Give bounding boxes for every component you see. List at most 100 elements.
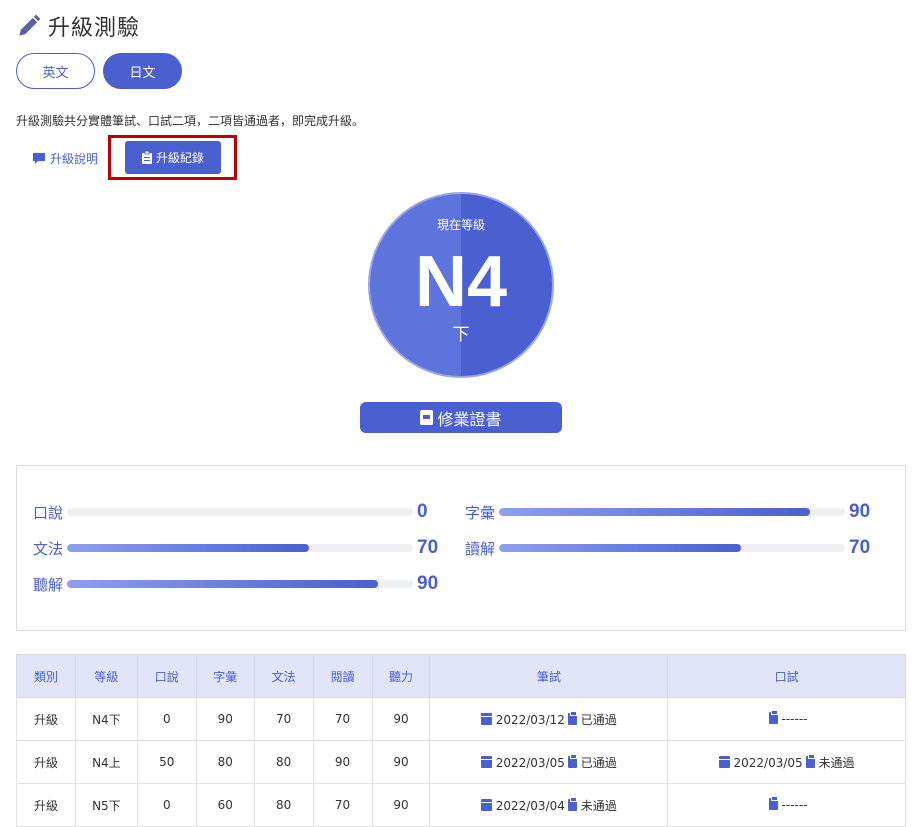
upgrade-records-table: 類別 等級 口說 字彙 文法 閱讀 聽力 筆試 口試 升級 N4下 0 90 7… [16, 654, 906, 827]
score-value: 0 [417, 501, 428, 522]
current-level-badge: 現在等級 N4 下 [368, 192, 554, 378]
score-value: 90 [849, 501, 871, 522]
score-bar-fill [499, 544, 742, 552]
calendar-icon [480, 712, 492, 725]
written-status: 已通過 [580, 712, 617, 727]
cell-vocabulary: 90 [195, 697, 255, 741]
cell-oral: ------ [667, 783, 906, 827]
calendar-icon [480, 798, 492, 811]
col-header: 口試 [667, 654, 906, 698]
table-row: 升級 N4上 50 80 80 90 90 2022/03/05 已通過 202… [16, 740, 906, 784]
written-date: 2022/03/04 [495, 798, 565, 813]
clipboard-icon [805, 753, 815, 768]
col-header: 聽力 [371, 654, 431, 698]
language-tabs: 英文 日文 [16, 53, 182, 89]
col-header: 字彙 [195, 654, 255, 698]
cell-level: N4上 [74, 740, 138, 784]
score-bar [499, 544, 845, 552]
exam-description: 升級測驗共分實體筆試、口試二項，二項皆通過者，即完成升級。 [16, 114, 365, 128]
cell-listening: 90 [371, 697, 431, 741]
cell-speaking: 0 [136, 697, 197, 741]
score-value: 90 [417, 573, 439, 594]
highlight-frame: 升級紀錄 [108, 135, 237, 180]
cell-vocabulary: 60 [195, 783, 255, 827]
clipboard-icon [141, 151, 152, 164]
score-label: 口說 [33, 503, 64, 522]
tab-japanese[interactable]: 日文 [103, 53, 182, 89]
score-row-reading: 讀解 70 [465, 536, 879, 560]
tab-upgrade-record[interactable]: 升級紀錄 [125, 141, 221, 174]
cell-reading: 70 [312, 697, 373, 741]
subtabs: 升級說明 升級紀錄 [32, 135, 237, 180]
cell-reading: 70 [312, 783, 373, 827]
cell-speaking: 50 [136, 740, 197, 784]
cell-listening: 90 [371, 783, 431, 827]
score-value: 70 [849, 537, 871, 558]
page-header: 升級測驗 [16, 10, 140, 42]
table-row: 升級 N4下 0 90 70 70 90 2022/03/12 已通過 ----… [16, 697, 906, 741]
col-header: 閱讀 [312, 654, 373, 698]
cell-type: 升級 [16, 740, 76, 784]
pencil-icon [19, 14, 41, 36]
current-level-label: 現在等級 [436, 218, 485, 232]
certificate-button-label: 修業證書 [437, 409, 502, 429]
clipboard-icon [567, 710, 577, 725]
table-header-row: 類別 等級 口說 字彙 文法 閱讀 聽力 筆試 口試 [16, 654, 906, 698]
score-label: 讀解 [465, 539, 496, 558]
score-row-grammar: 文法 70 [33, 536, 447, 560]
written-status: 未通過 [580, 798, 617, 813]
oral-status: 未通過 [818, 755, 855, 770]
col-header: 口說 [136, 654, 197, 698]
score-bar-fill [499, 508, 811, 516]
score-bar [67, 508, 413, 516]
tab-upgrade-info[interactable]: 升級說明 [32, 141, 120, 175]
oral-status: ------ [781, 798, 808, 812]
col-header: 等級 [74, 654, 138, 698]
col-header: 筆試 [429, 654, 669, 698]
tab-english[interactable]: 英文 [16, 53, 95, 89]
score-bar [499, 508, 845, 516]
score-bar [67, 544, 413, 552]
clipboard-icon [567, 753, 577, 768]
page-title: 升級測驗 [48, 16, 141, 41]
cell-level: N4下 [74, 697, 138, 741]
clipboard-icon [768, 796, 778, 810]
col-header: 文法 [253, 654, 314, 698]
cell-vocabulary: 80 [195, 740, 255, 784]
cell-grammar: 70 [253, 697, 314, 741]
score-label: 聽解 [33, 575, 64, 594]
tab-upgrade-info-label: 升級說明 [50, 151, 99, 166]
cell-type: 升級 [16, 697, 76, 741]
score-row-vocabulary: 字彙 90 [465, 500, 879, 524]
score-value: 70 [417, 537, 439, 558]
cell-oral: 2022/03/05 未通過 [667, 740, 906, 784]
oral-status: ------ [781, 712, 808, 726]
clipboard-icon [567, 796, 577, 811]
tab-upgrade-record-label: 升級紀錄 [155, 151, 204, 165]
score-label: 字彙 [465, 503, 496, 522]
scores-card: 口說 0 字彙 90 文法 70 讀解 70 聽解 90 [16, 465, 906, 631]
score-row-speaking: 口說 0 [33, 500, 447, 524]
cell-listening: 90 [371, 740, 431, 784]
cell-written: 2022/03/05 已通過 [429, 740, 669, 784]
current-level-value: N4 [414, 242, 508, 322]
cell-reading: 90 [312, 740, 373, 784]
certificate-button[interactable]: 修業證書 [360, 402, 562, 433]
score-bar [67, 580, 413, 588]
score-bar-fill [67, 580, 379, 588]
cell-oral: ------ [667, 697, 906, 741]
cell-written: 2022/03/12 已通過 [429, 697, 669, 741]
cell-type: 升級 [16, 783, 76, 827]
score-bar-fill [67, 544, 310, 552]
score-row-listening: 聽解 90 [33, 572, 447, 596]
certificate-icon [420, 410, 434, 425]
oral-date: 2022/03/05 [733, 755, 803, 770]
chat-icon [33, 152, 45, 164]
cell-written: 2022/03/04 未通過 [429, 783, 669, 827]
table-row: 升級 N5下 0 60 80 70 90 2022/03/04 未通過 ----… [16, 783, 906, 827]
cell-grammar: 80 [253, 740, 314, 784]
written-date: 2022/03/12 [495, 712, 565, 727]
calendar-icon [718, 755, 730, 768]
score-label: 文法 [33, 539, 64, 558]
cell-speaking: 0 [136, 783, 197, 827]
